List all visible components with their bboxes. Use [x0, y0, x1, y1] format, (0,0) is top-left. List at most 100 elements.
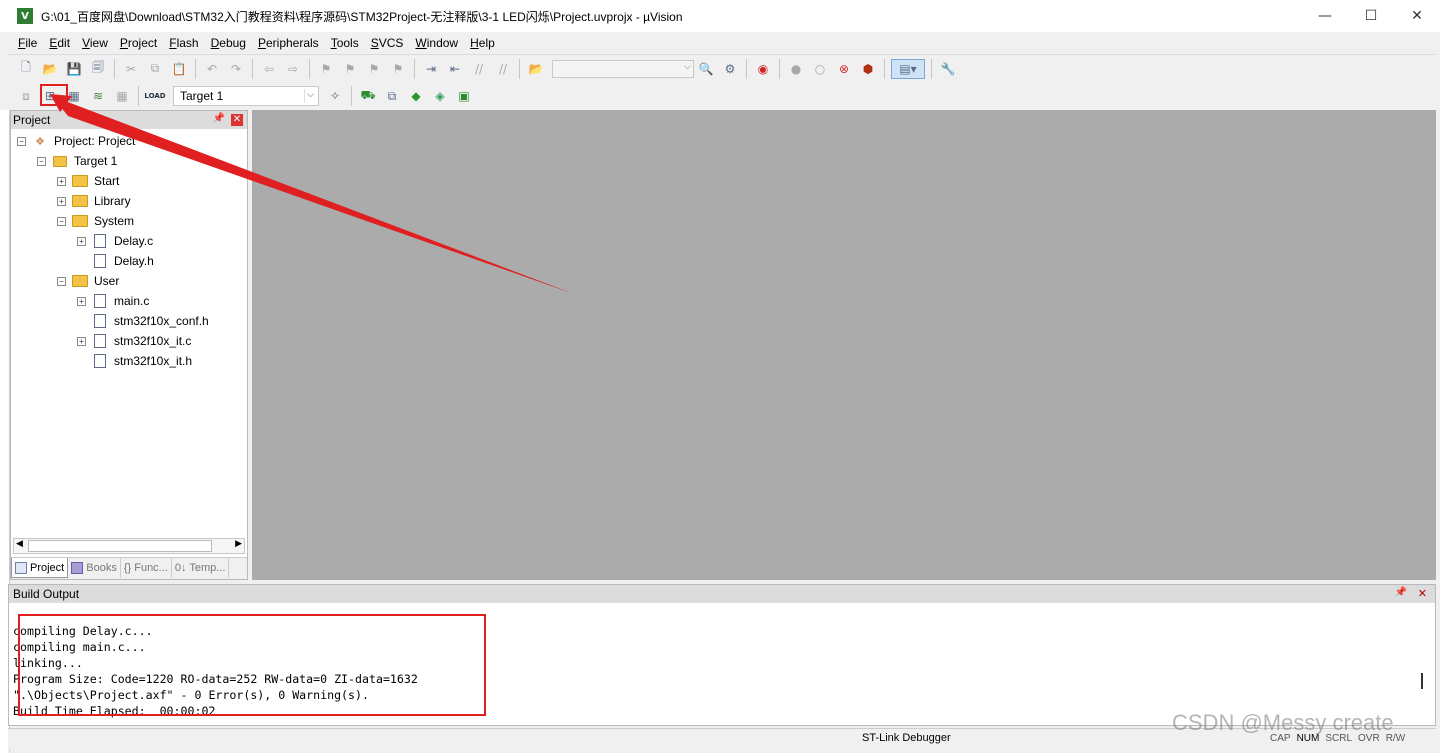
open-folder-icon[interactable]: 📂 — [40, 59, 60, 79]
menu-tools[interactable]: Tools — [325, 36, 365, 50]
menu-edit[interactable]: Edit — [43, 36, 76, 50]
scroll-right-icon[interactable]: ▶ — [235, 539, 242, 549]
find-icon[interactable]: 🔍 — [696, 59, 716, 79]
tree-group-start-label: Start — [94, 174, 120, 188]
tab-project[interactable]: Project — [11, 558, 69, 578]
bookmark-icon[interactable]: ⚑ — [316, 59, 336, 79]
collapse-icon[interactable]: − — [57, 216, 66, 226]
tab-functions[interactable]: {} Func... — [121, 558, 172, 578]
comment-icon[interactable]: // — [469, 59, 489, 79]
menu-help[interactable]: Help — [464, 36, 501, 50]
close-icon[interactable]: ✕ — [231, 114, 243, 126]
uncomment-icon[interactable]: // — [493, 59, 513, 79]
maximize-button[interactable]: ☐ — [1348, 0, 1394, 32]
run-time-environment-icon[interactable]: ▣ — [454, 86, 474, 106]
next-bookmark-icon[interactable]: ⚑ — [364, 59, 384, 79]
nav-back-icon[interactable]: ⇦ — [259, 59, 279, 79]
cut-icon[interactable]: ✂ — [121, 59, 141, 79]
tree-file[interactable]: Delay.h — [77, 251, 154, 271]
expand-icon[interactable]: + — [77, 296, 86, 306]
select-packs-icon[interactable]: ◈ — [430, 86, 450, 106]
tree-horizontal-scrollbar[interactable]: ◀ ▶ — [13, 538, 245, 554]
file-icon — [92, 254, 108, 268]
pack-installer-icon[interactable]: ◆ — [406, 86, 426, 106]
menu-bar: File Edit View Project Flash Debug Perip… — [8, 32, 1436, 54]
menu-file[interactable]: File — [12, 36, 43, 50]
translate-icon[interactable]: ⧈ — [16, 86, 36, 106]
close-icon[interactable]: ✕ — [1418, 587, 1427, 600]
pin-icon[interactable]: 📌 — [1395, 587, 1407, 598]
disable-all-breakpoints-icon[interactable]: ⊗ — [834, 59, 854, 79]
save-all-icon[interactable]: 🗐 — [88, 59, 108, 79]
breakpoint-icon[interactable]: ● — [786, 59, 806, 79]
unindent-icon[interactable]: ⇤ — [445, 59, 465, 79]
menu-flash[interactable]: Flash — [163, 36, 204, 50]
menu-view[interactable]: View — [76, 36, 114, 50]
target-options-icon[interactable]: ✧ — [325, 86, 345, 106]
project-tab-icon — [15, 561, 27, 574]
scrollbar-thumb[interactable] — [28, 540, 212, 552]
find-combobox[interactable]: ⌵ — [552, 59, 694, 78]
window-layout-icon[interactable]: ▤▾ — [891, 58, 925, 79]
scroll-left-icon[interactable]: ◀ — [16, 539, 23, 549]
menu-svcs[interactable]: SVCS — [365, 36, 410, 50]
expand-icon[interactable]: + — [77, 236, 86, 246]
nav-forward-icon[interactable]: ⇨ — [283, 59, 303, 79]
paste-icon[interactable]: 📋 — [169, 59, 189, 79]
toolbar-separator — [884, 58, 885, 79]
menu-peripherals[interactable]: Peripherals — [252, 36, 325, 50]
kill-all-breakpoints-icon[interactable]: ⬢ — [858, 59, 878, 79]
tree-file[interactable]: + main.c — [77, 291, 149, 311]
close-button[interactable]: ✕ — [1394, 0, 1440, 32]
tree-group-system[interactable]: − System — [57, 211, 134, 231]
menu-project[interactable]: Project — [114, 36, 163, 50]
manage-components-icon[interactable]: ⛟ — [358, 86, 378, 106]
menu-debug[interactable]: Debug — [205, 36, 252, 50]
tab-functions-label: {} Func... — [123, 562, 168, 574]
expand-icon[interactable]: + — [57, 196, 66, 206]
editor-area[interactable] — [252, 110, 1436, 580]
new-file-icon[interactable]: 🗋 — [16, 59, 36, 79]
tree-group-start[interactable]: + Start — [57, 171, 119, 191]
collapse-icon[interactable]: − — [57, 276, 66, 286]
minimize-button[interactable]: — — [1302, 0, 1348, 32]
batch-build-icon[interactable]: ≋ — [88, 86, 108, 106]
tree-group-library[interactable]: + Library — [57, 191, 131, 211]
tree-file[interactable]: stm32f10x_it.h — [77, 351, 192, 371]
expand-icon[interactable]: + — [57, 176, 66, 186]
stop-build-icon[interactable]: ▦ — [112, 86, 132, 106]
tree-group-user-label: User — [94, 274, 120, 288]
tree-file[interactable]: + Delay.c — [77, 231, 153, 251]
tab-project-label: Project — [30, 561, 65, 574]
tree-file[interactable]: + stm32f10x_it.c — [77, 331, 191, 351]
undo-icon[interactable]: ↶ — [202, 59, 222, 79]
pin-icon[interactable]: 📌 — [213, 113, 225, 124]
collapse-icon[interactable]: − — [37, 156, 46, 166]
collapse-icon[interactable]: − — [17, 136, 26, 146]
find-in-files-icon[interactable]: 📂 — [526, 59, 546, 79]
target-select[interactable]: Target 1 ⌵ — [173, 86, 319, 106]
prev-bookmark-icon[interactable]: ⚑ — [340, 59, 360, 79]
build-output-scrollbar[interactable] — [1421, 673, 1423, 689]
menu-window[interactable]: Window — [409, 36, 464, 50]
tree-file-label: stm32f10x_it.c — [114, 334, 192, 348]
debug-session-icon[interactable]: ◉ — [753, 59, 773, 79]
copy-icon[interactable]: ⧉ — [145, 59, 165, 79]
download-load-icon[interactable]: LOAD — [144, 86, 165, 106]
tab-books[interactable]: Books — [68, 558, 121, 578]
redo-icon[interactable]: ↷ — [226, 59, 246, 79]
incremental-find-icon[interactable]: ⚙ — [720, 59, 740, 79]
configure-wrench-icon[interactable]: 🔧 — [938, 59, 958, 79]
tree-group-user[interactable]: − User — [57, 271, 119, 291]
tree-target[interactable]: − Target 1 — [37, 151, 117, 171]
expand-icon[interactable]: + — [77, 336, 86, 346]
tree-root[interactable]: − ❖ Project: Project — [17, 131, 135, 151]
indent-icon[interactable]: ⇥ — [421, 59, 441, 79]
clear-bookmarks-icon[interactable]: ⚑ — [388, 59, 408, 79]
disable-breakpoint-icon[interactable]: ○ — [810, 59, 830, 79]
tab-templates[interactable]: 0↓ Temp... — [172, 558, 230, 578]
save-icon[interactable]: 💾 — [64, 59, 84, 79]
folder-icon — [72, 194, 88, 208]
tree-file[interactable]: stm32f10x_conf.h — [77, 311, 209, 331]
file-extensions-icon[interactable]: ⧉ — [382, 86, 402, 106]
